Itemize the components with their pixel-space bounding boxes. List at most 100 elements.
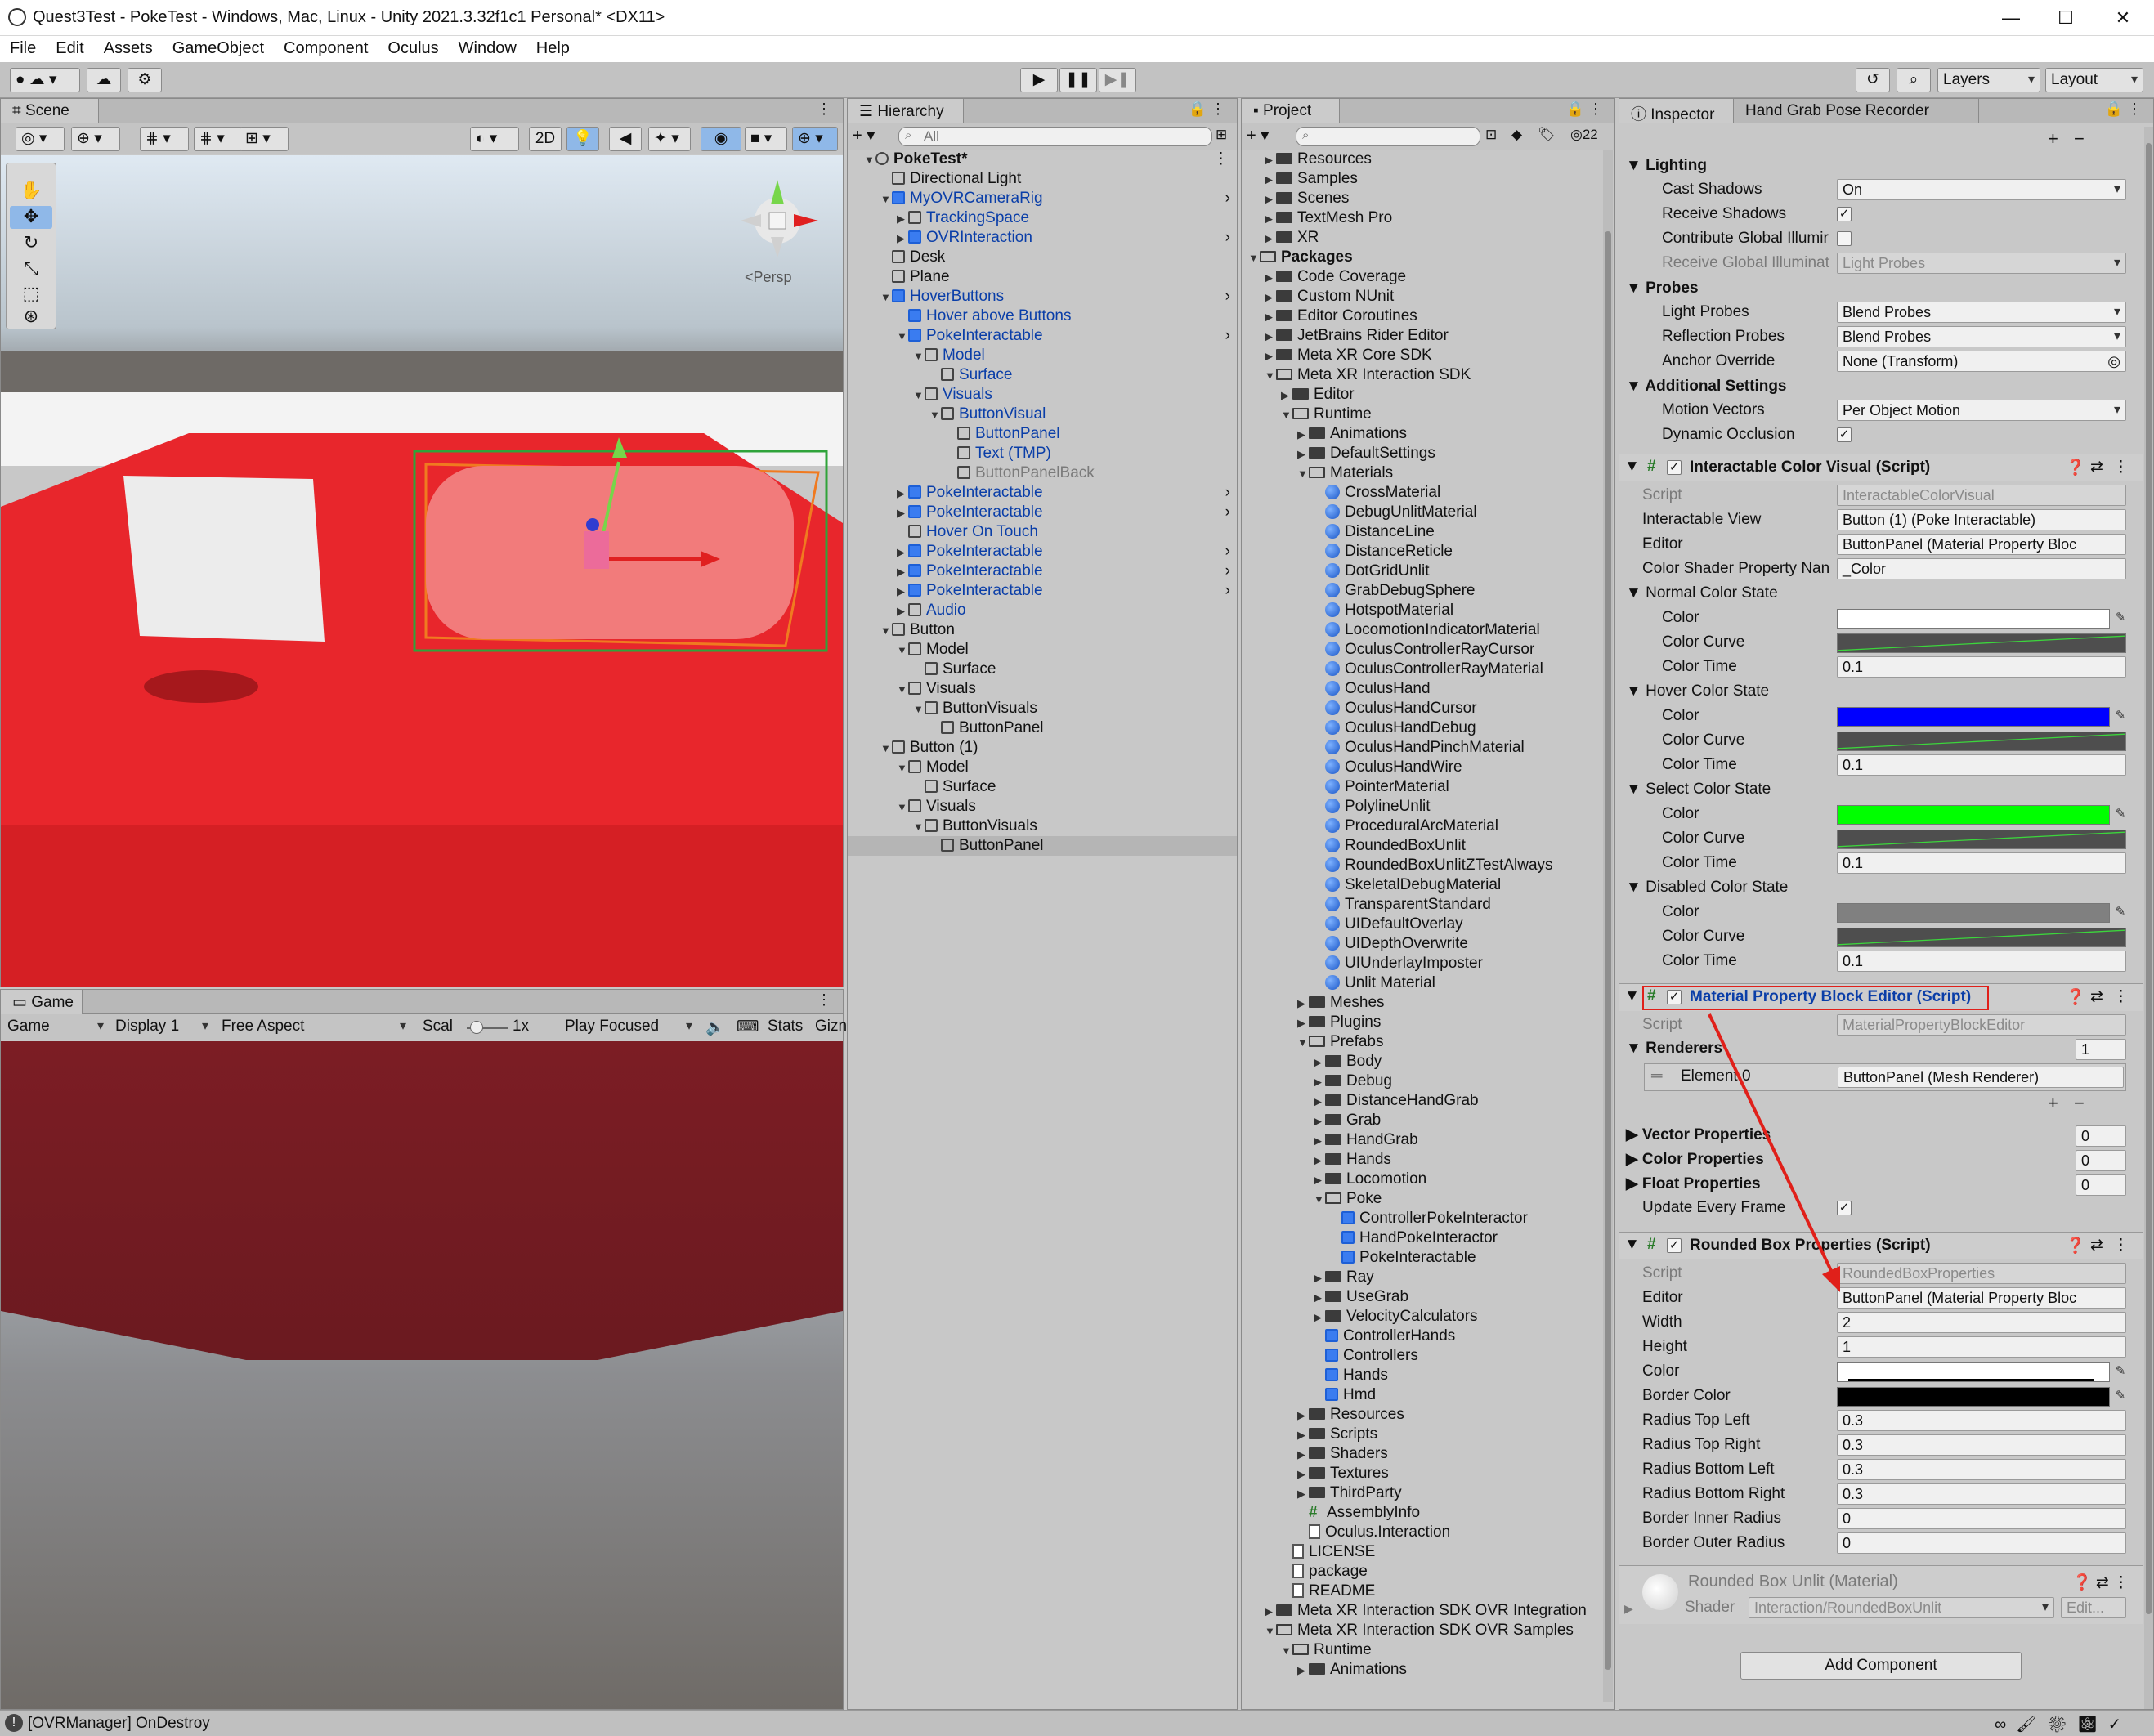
- expanded-arrow-icon[interactable]: ▼: [913, 700, 925, 719]
- stats-toggle[interactable]: Stats: [768, 1018, 803, 1036]
- project-item[interactable]: ▶ Custom NUnit: [1242, 287, 1601, 306]
- hierarchy-item[interactable]: ▼ MyOVRCameraRig ›: [848, 189, 1237, 208]
- project-item[interactable]: ▶ HandGrab: [1242, 1130, 1601, 1150]
- hierarchy-item[interactable]: ▶ PokeInteractable ›: [848, 562, 1237, 581]
- status-message[interactable]: [OVRManager] OnDestroy: [28, 1715, 210, 1733]
- collapsed-arrow-icon[interactable]: ▶: [1314, 1268, 1325, 1288]
- expanded-arrow-icon[interactable]: ▼: [880, 621, 892, 641]
- hierarchy-item[interactable]: ▼ Button (1): [848, 738, 1237, 758]
- project-item[interactable]: PokeInteractable: [1242, 1248, 1601, 1268]
- menu-edit[interactable]: Edit: [46, 36, 93, 58]
- collapsed-arrow-icon[interactable]: ▶: [897, 209, 908, 229]
- expanded-arrow-icon[interactable]: ▼: [897, 680, 908, 700]
- add-object-button[interactable]: + ▾: [853, 125, 875, 145]
- collapsed-arrow-icon[interactable]: ▶: [1297, 1425, 1309, 1445]
- display-select[interactable]: Display 1: [115, 1018, 213, 1037]
- open-prefab-icon[interactable]: ›: [1225, 287, 1230, 306]
- expanded-arrow-icon[interactable]: ▼: [913, 817, 925, 837]
- project-item[interactable]: ▶ Animations: [1242, 1660, 1601, 1680]
- snap-increment-toggle[interactable]: ⊞ ▾: [240, 127, 289, 151]
- tab-hand-grab-pose-recorder[interactable]: Hand Grab Pose Recorder: [1734, 99, 1979, 123]
- collapsed-arrow-icon[interactable]: ▶: [897, 562, 908, 582]
- collapsed-arrow-icon[interactable]: ▶: [1314, 1170, 1325, 1190]
- project-item[interactable]: DistanceLine: [1242, 522, 1601, 542]
- project-item[interactable]: ControllerPokeInteractor: [1242, 1209, 1601, 1228]
- expanded-arrow-icon[interactable]: ▼: [897, 758, 908, 778]
- hierarchy-item[interactable]: ▼ ButtonVisuals: [848, 817, 1237, 836]
- 2d-toggle[interactable]: 2D: [529, 127, 562, 151]
- menu-file[interactable]: File: [0, 36, 46, 58]
- project-item[interactable]: RoundedBoxUnlitZTestAlways: [1242, 856, 1601, 875]
- project-item[interactable]: OculusHandCursor: [1242, 699, 1601, 718]
- collapsed-arrow-icon[interactable]: ▶: [1281, 386, 1292, 405]
- collapsed-arrow-icon[interactable]: ▶: [1265, 209, 1276, 229]
- collapsed-arrow-icon[interactable]: ▶: [1314, 1112, 1325, 1131]
- project-item[interactable]: ▶ DistanceHandGrab: [1242, 1091, 1601, 1111]
- project-item[interactable]: ▶ Meta XR Core SDK: [1242, 346, 1601, 365]
- draw-mode-dropdown[interactable]: ◎ ▾: [16, 127, 65, 151]
- grid-snap-toggle[interactable]: ⋕ ▾: [140, 127, 189, 151]
- open-prefab-icon[interactable]: ›: [1225, 483, 1230, 503]
- collapsed-arrow-icon[interactable]: ▶: [1314, 1151, 1325, 1170]
- hierarchy-item[interactable]: ▼ Model: [848, 758, 1237, 777]
- project-item[interactable]: ▶ Editor Coroutines: [1242, 306, 1601, 326]
- hierarchy-item[interactable]: Directional Light: [848, 169, 1237, 189]
- collapsed-arrow-icon[interactable]: ▶: [1297, 425, 1309, 445]
- expanded-arrow-icon[interactable]: ▼: [913, 386, 925, 405]
- project-item[interactable]: UIDepthOverwrite: [1242, 934, 1601, 954]
- hierarchy-item[interactable]: ▼ HoverButtons ›: [848, 287, 1237, 306]
- kebab-menu-icon[interactable]: ⋮: [817, 101, 831, 118]
- hierarchy-item[interactable]: ▶ PokeInteractable ›: [848, 542, 1237, 562]
- collapsed-arrow-icon[interactable]: ▶: [1297, 445, 1309, 464]
- kebab-menu-icon[interactable]: 🔒 ⋮: [1566, 101, 1603, 118]
- project-item[interactable]: ▶ Animations: [1242, 424, 1601, 444]
- collapsed-arrow-icon[interactable]: ▶: [1265, 150, 1276, 170]
- project-item[interactable]: ▶ Hands: [1242, 1150, 1601, 1170]
- collapsed-arrow-icon[interactable]: ▶: [1265, 170, 1276, 190]
- project-item[interactable]: package: [1242, 1562, 1601, 1582]
- hierarchy-search-input[interactable]: [898, 127, 1212, 146]
- project-item[interactable]: ▶ Debug: [1242, 1072, 1601, 1091]
- expanded-arrow-icon[interactable]: ▼: [880, 288, 892, 307]
- hierarchy-item[interactable]: ▼ Visuals: [848, 385, 1237, 405]
- scale-slider-thumb[interactable]: [470, 1021, 483, 1034]
- project-item[interactable]: OculusHandDebug: [1242, 718, 1601, 738]
- project-item[interactable]: OculusControllerRayMaterial: [1242, 660, 1601, 679]
- kebab-menu-icon[interactable]: 🔒 ⋮: [2105, 101, 2142, 118]
- hierarchy-item[interactable]: ▶ PokeInteractable ›: [848, 483, 1237, 503]
- expanded-arrow-icon[interactable]: ▼: [1265, 1622, 1276, 1641]
- add-component-button[interactable]: Add Component: [1740, 1652, 2022, 1680]
- project-item[interactable]: TransparentStandard: [1242, 895, 1601, 915]
- project-scrollbar-thumb[interactable]: [1605, 231, 1611, 1670]
- play-focused-select[interactable]: Play Focused: [565, 1018, 697, 1037]
- expanded-arrow-icon[interactable]: ▼: [880, 190, 892, 209]
- gear-icon[interactable]: ⚙: [128, 68, 162, 92]
- expanded-arrow-icon[interactable]: ▼: [1297, 464, 1309, 484]
- project-item[interactable]: DistanceReticle: [1242, 542, 1601, 562]
- inspector-scrollbar[interactable]: [2144, 127, 2153, 1709]
- project-item[interactable]: ▶ VelocityCalculators: [1242, 1307, 1601, 1327]
- project-item[interactable]: ▶ Resources: [1242, 1405, 1601, 1425]
- scale-tool-icon[interactable]: ⤡: [15, 258, 47, 281]
- mute-audio-icon[interactable]: 🔈: [705, 1018, 725, 1037]
- hierarchy-item[interactable]: ButtonPanel: [848, 718, 1237, 738]
- project-item[interactable]: LocomotionIndicatorMaterial: [1242, 620, 1601, 640]
- project-item[interactable]: Unlit Material: [1242, 973, 1601, 993]
- hierarchy-item[interactable]: Hover On Touch: [848, 522, 1237, 542]
- expanded-arrow-icon[interactable]: ▼: [1265, 366, 1276, 386]
- hierarchy-item[interactable]: ▶ PokeInteractable ›: [848, 503, 1237, 522]
- kebab-menu-icon[interactable]: ⋮: [1213, 150, 1229, 169]
- open-prefab-icon[interactable]: ›: [1225, 581, 1230, 601]
- close-button[interactable]: ✕: [2098, 3, 2147, 33]
- project-item[interactable]: ▶ JetBrains Rider Editor: [1242, 326, 1601, 346]
- hierarchy-item[interactable]: ▼ Visuals: [848, 679, 1237, 699]
- hierarchy-item[interactable]: Hover above Buttons: [848, 306, 1237, 326]
- menu-assets[interactable]: Assets: [94, 36, 163, 58]
- expanded-arrow-icon[interactable]: ▼: [897, 798, 908, 817]
- effects-toggle[interactable]: ✦ ▾: [648, 127, 691, 151]
- hierarchy-item[interactable]: ▼ ButtonVisuals: [848, 699, 1237, 718]
- project-item[interactable]: ProceduralArcMaterial: [1242, 817, 1601, 836]
- project-item[interactable]: ▼ Meta XR Interaction SDK OVR Samples: [1242, 1621, 1601, 1640]
- collapsed-arrow-icon[interactable]: ▶: [1265, 288, 1276, 307]
- search-icon[interactable]: ⌕: [1897, 68, 1931, 92]
